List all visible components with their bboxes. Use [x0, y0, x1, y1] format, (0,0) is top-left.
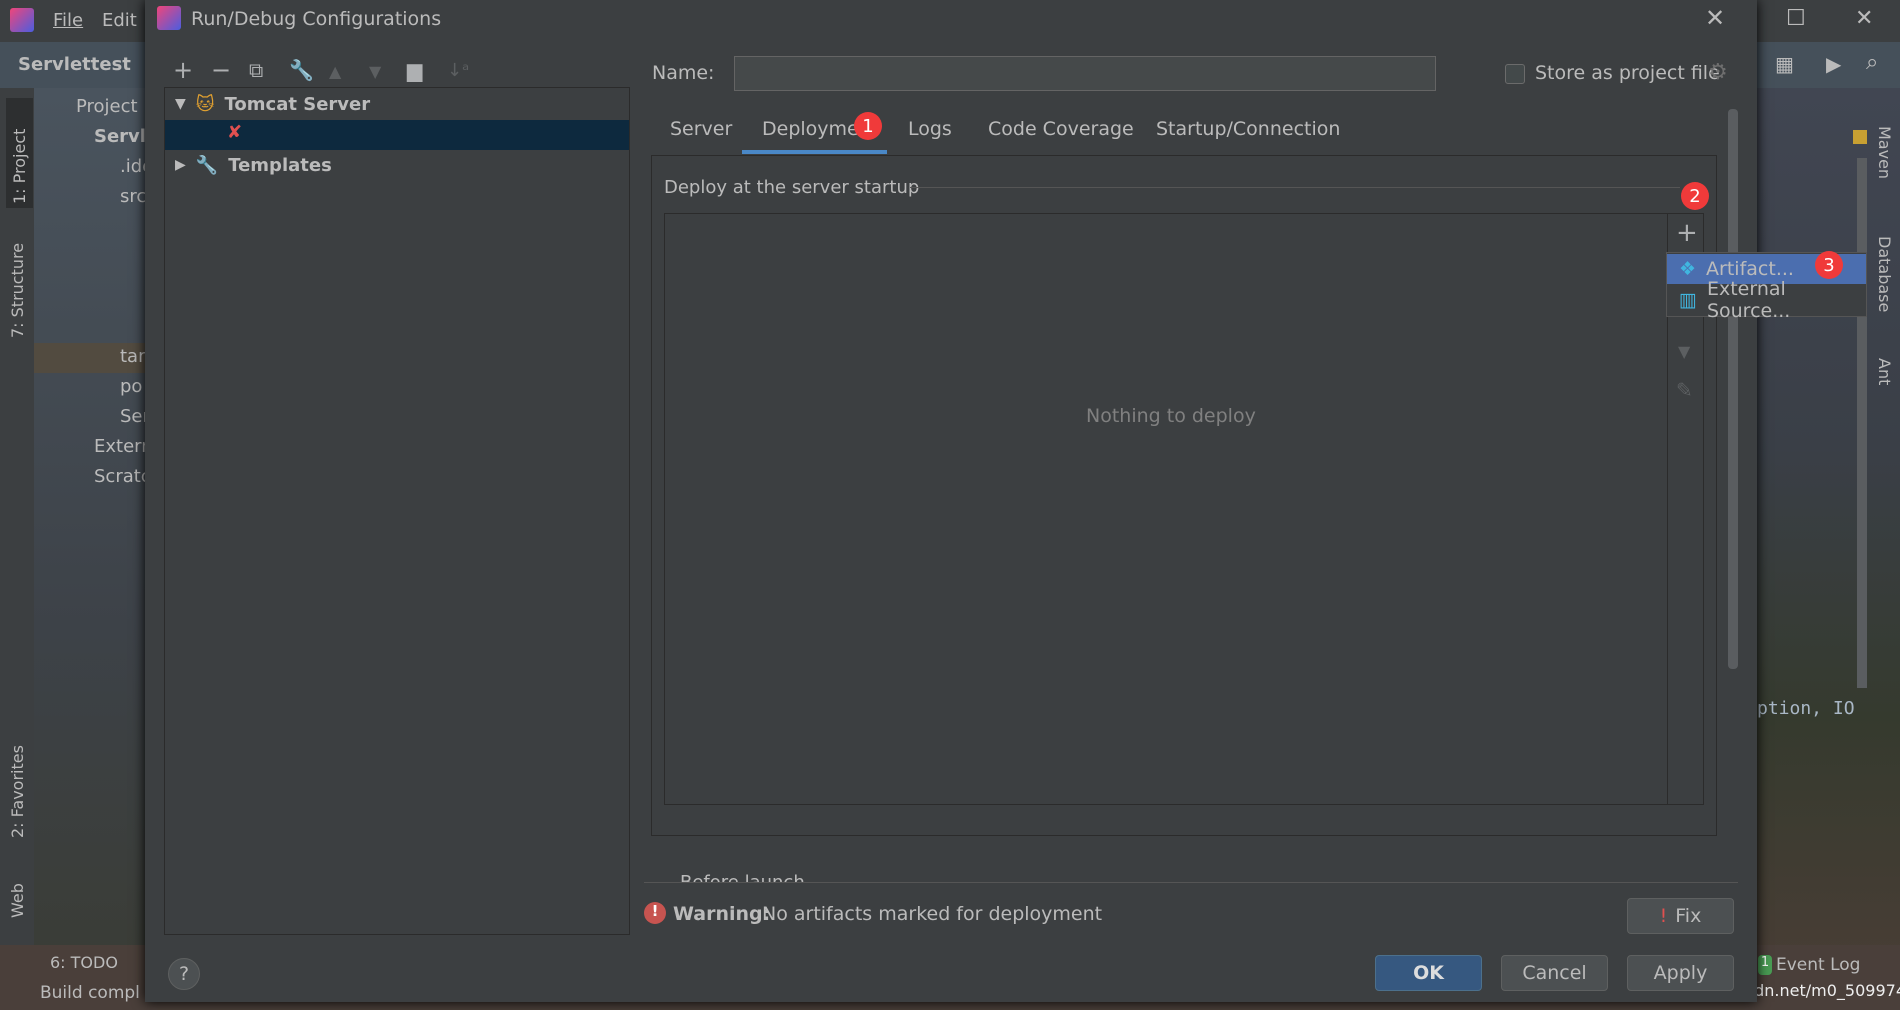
- tree-item[interactable]: src: [120, 186, 146, 207]
- divider: [644, 882, 1738, 883]
- tab-logs[interactable]: Logs: [908, 118, 952, 140]
- menu-item-external-source[interactable]: ▥ External Source...: [1667, 278, 1866, 322]
- dialog-close-icon[interactable]: ✕: [1705, 4, 1725, 32]
- warning-icon: !: [644, 902, 666, 924]
- empty-list-text: Nothing to deploy: [1086, 405, 1256, 427]
- run-config-icon[interactable]: ▶: [1826, 52, 1841, 76]
- tree-node-label: Tomcat Server: [224, 93, 371, 115]
- fix-button[interactable]: ! Fix: [1627, 898, 1734, 934]
- intellij-logo-icon: [157, 6, 181, 30]
- inspection-marker: [1853, 130, 1867, 144]
- ok-button[interactable]: OK: [1375, 955, 1482, 991]
- tool-tab-project[interactable]: 1: Project: [6, 98, 33, 208]
- tree-node-tomcat-server[interactable]: ▼ 🐱 Tomcat Server: [165, 90, 629, 118]
- tool-tab-event-log[interactable]: Event Log: [1776, 955, 1860, 975]
- tree-node-templates[interactable]: ▶ 🔧 Templates: [165, 150, 629, 180]
- tool-tab-favorites[interactable]: 2: Favorites: [8, 728, 27, 838]
- help-button[interactable]: ?: [168, 958, 200, 990]
- tree-item[interactable]: po: [120, 376, 142, 397]
- code-fragment: ption, IO: [1757, 698, 1855, 719]
- wrench-icon[interactable]: 🔧: [289, 58, 314, 82]
- window-close-icon[interactable]: ✕: [1855, 6, 1873, 31]
- warning-text: No artifacts marked for deployment: [762, 903, 1103, 925]
- tool-tab-todo[interactable]: 6: TODO: [50, 953, 118, 972]
- tree-node-unnamed-config[interactable]: ✘: [165, 120, 629, 150]
- move-down-icon[interactable]: ▼: [369, 62, 381, 81]
- before-launch-section[interactable]: Before launch: [644, 868, 1738, 882]
- project-header[interactable]: Project: [76, 96, 138, 117]
- before-launch-label: Before launch: [680, 872, 805, 882]
- project-structure-icon[interactable]: ▦: [1775, 52, 1794, 76]
- edit-icon[interactable]: ✎: [1676, 378, 1693, 402]
- tree-item[interactable]: Scratc: [94, 466, 151, 487]
- warning-label: Warning:: [673, 903, 771, 925]
- search-icon[interactable]: ⌕: [1866, 50, 1878, 75]
- tomcat-icon: 🐱: [195, 93, 215, 115]
- tree-item[interactable]: Extern: [94, 436, 153, 457]
- tool-tab-database[interactable]: Database: [1875, 236, 1894, 312]
- add-deployment-icon[interactable]: +: [1676, 218, 1698, 248]
- expand-arrow-icon[interactable]: ▶: [175, 157, 186, 173]
- config-tree: ▼ 🐱 Tomcat Server ✘ ▶ 🔧 Templates: [164, 87, 630, 935]
- project-panel: Project Servle .ide src tar po Ser Exter…: [34, 88, 158, 988]
- intellij-logo-icon: [10, 8, 34, 32]
- editor-scrollbar[interactable]: [1857, 158, 1867, 688]
- wrench-icon: 🔧: [195, 154, 219, 176]
- step-badge-2: 2: [1681, 182, 1709, 210]
- tool-tab-structure[interactable]: 7: Structure: [8, 228, 27, 338]
- step-badge-1: 1: [854, 112, 882, 140]
- tool-tab-ant[interactable]: Ant: [1875, 358, 1894, 385]
- expand-arrow-icon[interactable]: ▼: [175, 96, 186, 112]
- left-tool-strip: 1: Project 7: Structure 2: Favorites Web: [0, 88, 34, 988]
- dialog-title: Run/Debug Configurations: [191, 8, 442, 30]
- menu-item-label: External Source...: [1706, 278, 1791, 322]
- tab-startup-connection[interactable]: Startup/Connection: [1156, 118, 1340, 140]
- move-down-icon[interactable]: ▼: [1678, 342, 1690, 361]
- editor-right-area: ption, IO Maven Database Ant: [1757, 88, 1900, 988]
- remove-config-icon[interactable]: −: [211, 56, 231, 84]
- new-folder-icon[interactable]: ▆: [407, 58, 422, 82]
- sort-icon[interactable]: ↓ᵃ: [447, 60, 469, 81]
- event-count-badge: 1: [1758, 955, 1772, 975]
- tool-tab-web[interactable]: Web: [8, 868, 27, 918]
- cancel-button[interactable]: Cancel: [1501, 955, 1608, 991]
- status-message: Build compl: [40, 983, 140, 1003]
- tool-tab-maven[interactable]: Maven: [1875, 126, 1894, 179]
- dialog-scrollbar[interactable]: [1728, 109, 1738, 669]
- add-config-icon[interactable]: +: [173, 56, 193, 84]
- breadcrumb[interactable]: Servlettest: [18, 54, 131, 75]
- deploy-list[interactable]: [664, 213, 1704, 805]
- deploy-section-title: Deploy at the server startup: [664, 177, 920, 198]
- active-tab-underline: [742, 150, 887, 154]
- gear-icon[interactable]: ⚙: [1708, 60, 1728, 85]
- maximize-icon[interactable]: ☐: [1786, 6, 1806, 31]
- tree-item[interactable]: tar: [120, 346, 146, 367]
- archive-icon: ▥: [1679, 289, 1697, 311]
- apply-button[interactable]: Apply: [1627, 955, 1734, 991]
- fix-label: Fix: [1675, 905, 1702, 927]
- store-as-project-checkbox[interactable]: [1505, 64, 1525, 84]
- menu-file[interactable]: File: [53, 10, 83, 31]
- name-input[interactable]: [734, 56, 1436, 91]
- menu-edit[interactable]: Edit: [102, 10, 137, 31]
- name-label: Name:: [652, 62, 715, 84]
- move-up-icon[interactable]: ▲: [329, 62, 341, 81]
- artifact-icon: ❖: [1679, 258, 1697, 280]
- tab-code-coverage[interactable]: Code Coverage: [988, 118, 1134, 140]
- tab-server[interactable]: Server: [670, 118, 732, 140]
- bulb-icon: !: [1659, 905, 1668, 927]
- menu-item-label: Artifact...: [1706, 258, 1794, 280]
- store-as-project-label[interactable]: Store as project file: [1535, 62, 1720, 84]
- tomcat-error-icon: ✘: [227, 122, 243, 143]
- step-badge-3: 3: [1815, 251, 1843, 279]
- section-divider: [910, 187, 1680, 188]
- tree-node-label: Templates: [228, 154, 332, 176]
- copy-config-icon[interactable]: ⧉: [249, 58, 263, 82]
